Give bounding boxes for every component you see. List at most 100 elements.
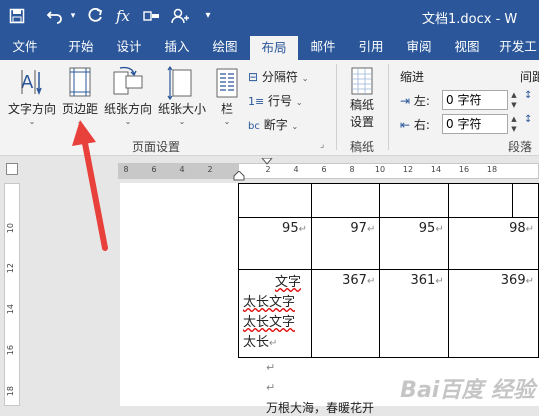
breaks-icon: ⊟ [248,70,259,84]
page-setup-launcher-icon[interactable]: ⌟ [320,140,324,150]
table-cell[interactable]: 文字 太长文字 太长文字 太长↵ [238,269,312,358]
undo-icon[interactable] [44,5,66,27]
margins-button[interactable]: 页边距 ⌄ [60,66,100,126]
tab-file[interactable]: 文件 [2,34,48,60]
text-direction-label: 文字方向 [7,102,56,116]
table-cell[interactable]: 367↵ [310,269,381,358]
breaks-button[interactable]: ⊟ 分隔符 ⌄ [248,68,308,85]
table-cell[interactable] [512,183,539,218]
document-title: 文档1.docx - W [422,12,518,27]
paragraph-mark: ↵ [266,361,276,374]
tab-review[interactable]: 审阅 [396,34,442,60]
first-line-indent-marker[interactable] [261,158,273,168]
ruler-tick: 10 [6,223,15,234]
tab-design[interactable]: 设计 [106,34,152,60]
hanging-indent-marker[interactable] [233,171,245,181]
table-cell[interactable]: 98↵ [447,217,539,270]
tab-draw[interactable]: 绘图 [202,34,248,60]
save-icon[interactable] [6,5,28,27]
indent-right-icon: ⇤ [400,118,411,132]
text-direction-icon: A [21,70,42,96]
table-cell[interactable] [310,183,381,218]
table-cell[interactable] [238,183,312,218]
text-direction-button[interactable]: A 文字方向 ⌄ [4,66,60,126]
manuscript-settings-button[interactable]: 稿纸 设置 [342,66,382,130]
title-bar: ▾ fx ▾ 文档1.docx - W [0,0,539,34]
tab-developer[interactable]: 开发工 [492,34,539,60]
ruler-tick: 12 [6,263,15,274]
body-text[interactable]: 万根大海，春暖花开 [266,399,374,416]
indent-right-input[interactable]: 0 字符 [442,114,508,134]
tab-insert[interactable]: 插入 [154,34,200,60]
size-label: 纸张大小 [157,102,206,116]
ribbon: A 文字方向 ⌄ 页边距 ⌄ 纸张方向 ⌄ 纸张大小 ⌄ 栏 ⌄ ⊟ 分隔符 ⌄… [0,60,539,156]
table-cell[interactable]: 97↵ [310,217,381,270]
indent-left-label: ⇥ 左: [400,94,430,108]
manuscript-icon [351,67,373,95]
svg-text:A: A [21,72,34,93]
horizontal-ruler[interactable]: 8 6 4 2 2 4 6 8 10 12 14 16 18 [118,158,539,181]
ruler-tick: 18 [486,165,498,174]
ruler-tick: 4 [293,165,299,174]
ruler-tick: 8 [349,165,355,174]
manuscript-group-label: 稿纸 [350,140,375,154]
ruler-tick: 12 [402,165,414,174]
indent-left-spinner[interactable]: ▲ ▼ [509,90,519,110]
tab-home[interactable]: 开始 [58,34,104,60]
tab-selector[interactable] [0,157,24,183]
indent-left-input[interactable]: 0 字符 [442,90,508,110]
customize-dropdown-icon[interactable]: ▾ [200,5,216,27]
ruler-tick: 16 [6,345,15,356]
tab-layout[interactable]: 布局 [250,36,298,60]
ruler-tick: 14 [6,304,15,315]
undo-dropdown-icon[interactable]: ▾ [68,5,78,27]
size-button[interactable]: 纸张大小 ⌄ [156,66,208,126]
breaks-label: 分隔符 [261,70,298,84]
hyphenation-button[interactable]: bc 断字 ⌄ [248,116,298,133]
vertical-ruler[interactable]: 10 12 14 16 18 [0,183,24,406]
table-cell[interactable]: 95↵ [238,217,312,270]
columns-button[interactable]: 栏 ⌄ [212,66,242,126]
ruler-tick: 2 [207,165,213,174]
orientation-icon [113,66,143,95]
manuscript-settings-label-line1: 稿纸 [349,98,374,112]
columns-label: 栏 [220,102,233,116]
format-icon[interactable] [142,5,162,27]
table-cell[interactable]: 361↵ [379,269,449,358]
document-table[interactable]: 95↵ 97↵ 95↵ 98↵ 文字 太长文字 太长文字 太长↵ 367↵ 36… [238,183,539,358]
group-separator [336,64,337,150]
columns-icon [216,68,238,98]
line-numbers-label: 行号 [268,94,293,108]
indent-right-label: ⇤ 右: [400,118,430,132]
table-cell[interactable]: 369↵ [447,269,539,358]
table-row: 95↵ 97↵ 95↵ 98↵ [238,217,539,270]
margins-icon [69,67,91,97]
ruler-tick: 10 [374,165,386,174]
ruler-tick: 18 [6,386,15,397]
line-numbers-icon: 1≡ [248,95,265,108]
page-size-icon [167,66,192,100]
indent-right-spinner[interactable]: ▲ ▼ [509,114,519,134]
spacing-title: 间距 [520,70,539,84]
ruler-tick: 6 [151,165,157,174]
watermark-logo: Bai百度 经验 [400,378,535,403]
margins-label: 页边距 [61,102,98,116]
ruler-tick: 4 [179,165,185,174]
function-icon[interactable]: fx [113,5,133,27]
table-cell[interactable] [379,183,449,218]
ruler-tick: 6 [321,165,327,174]
orientation-button[interactable]: 纸张方向 ⌄ [102,66,154,126]
tab-view[interactable]: 视图 [444,34,490,60]
table-row [238,183,539,218]
manuscript-settings-label-line2: 设置 [349,115,374,129]
spacing-before-icon[interactable]: ↕ [524,90,532,101]
table-cell[interactable]: 95↵ [379,217,449,270]
spacing-after-icon[interactable]: ↕ [524,114,532,125]
table-cell[interactable] [447,183,514,218]
add-user-icon[interactable] [170,5,190,27]
tab-references[interactable]: 引用 [348,34,394,60]
line-numbers-button[interactable]: 1≡ 行号 ⌄ [248,92,303,109]
redo-icon[interactable] [86,5,106,27]
tab-mailings[interactable]: 邮件 [300,34,346,60]
indent-left-icon: ⇥ [400,94,411,108]
